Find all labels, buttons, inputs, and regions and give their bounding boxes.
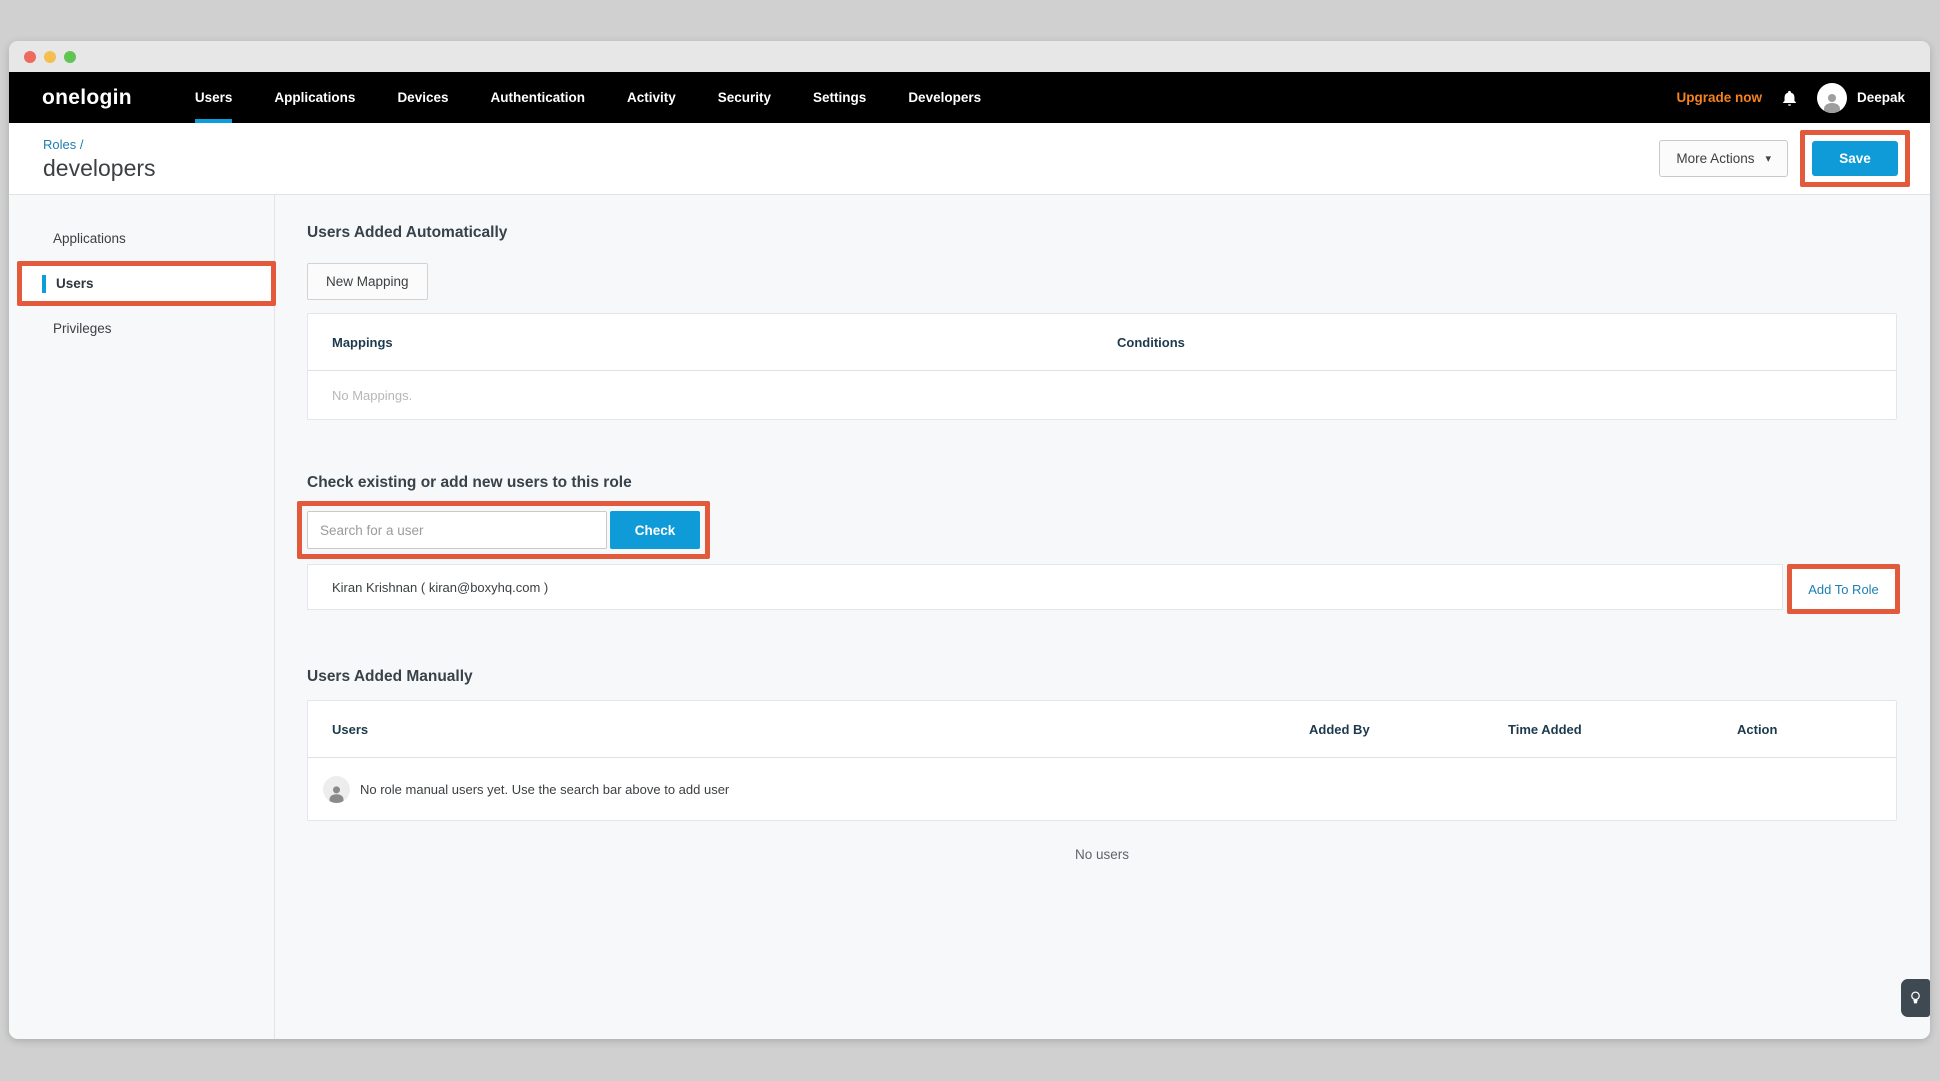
column-conditions: Conditions: [1117, 335, 1896, 350]
active-tab-tick-icon: [42, 275, 46, 293]
desktop-background: onelogin Users Applications Devices Auth…: [0, 0, 1940, 1081]
manual-users-table-header: Users Added By Time Added Action: [308, 701, 1896, 758]
page-body: Applications Users Privileges Users Adde…: [9, 195, 1930, 1039]
search-result-section: Kiran Krishnan ( kiran@boxyhq.com ) Add …: [307, 564, 1897, 614]
nav-item-authentication[interactable]: Authentication: [469, 72, 606, 123]
no-users-label: No users: [307, 847, 1897, 862]
main-content: Users Added Automatically New Mapping Ma…: [275, 195, 1930, 1039]
account-menu[interactable]: Deepak: [1817, 83, 1905, 113]
column-action: Action: [1737, 722, 1896, 737]
annotation-box-users-tab: Users: [17, 261, 276, 306]
mappings-table: Mappings Conditions No Mappings.: [307, 313, 1897, 420]
upgrade-now-link[interactable]: Upgrade now: [1676, 90, 1762, 105]
more-actions-label: More Actions: [1676, 151, 1754, 166]
users-added-manually-title: Users Added Manually: [307, 668, 1897, 686]
sidebar-item-users[interactable]: Users: [22, 266, 271, 301]
chevron-down-icon: ▾: [1765, 152, 1771, 165]
page-title: developers: [43, 156, 156, 180]
nav-item-users[interactable]: Users: [174, 72, 254, 123]
user-name-label: Deepak: [1857, 90, 1905, 105]
header-actions: More Actions ▾ Save: [1659, 130, 1910, 187]
mappings-empty-row: No Mappings.: [308, 371, 1896, 419]
annotation-box-add-to-role: Add To Role: [1787, 564, 1900, 614]
minimize-window-icon[interactable]: [44, 51, 56, 63]
placeholder-user-avatar-icon: [323, 776, 350, 803]
help-tab[interactable]: [1901, 979, 1930, 1017]
manual-users-empty-row: No role manual users yet. Use the search…: [308, 758, 1896, 820]
users-added-automatically-title: Users Added Automatically: [307, 224, 1897, 242]
search-user-input[interactable]: [307, 511, 607, 549]
check-users-title: Check existing or add new users to this …: [307, 474, 1897, 492]
mappings-table-header: Mappings Conditions: [308, 314, 1896, 371]
column-mappings: Mappings: [332, 335, 1117, 350]
more-actions-button[interactable]: More Actions ▾: [1659, 140, 1788, 177]
sidebar-item-privileges[interactable]: Privileges: [9, 310, 274, 346]
notifications-bell-icon[interactable]: [1781, 89, 1798, 107]
navbar-right-cluster: Upgrade now Deepak: [1676, 83, 1905, 113]
nav-item-security[interactable]: Security: [697, 72, 792, 123]
role-sidebar: Applications Users Privileges: [9, 195, 275, 1039]
column-time-added: Time Added: [1508, 722, 1737, 737]
annotation-box-search: Check: [297, 501, 710, 559]
save-button[interactable]: Save: [1812, 141, 1898, 176]
user-avatar-icon: [1817, 83, 1847, 113]
nav-item-settings[interactable]: Settings: [792, 72, 887, 123]
add-to-role-link[interactable]: Add To Role: [1808, 582, 1879, 597]
manual-users-empty-text: No role manual users yet. Use the search…: [360, 782, 729, 797]
breadcrumb-roles-link[interactable]: Roles /: [43, 137, 156, 152]
column-users: Users: [332, 722, 1309, 737]
primary-nav: Users Applications Devices Authenticatio…: [174, 72, 1002, 123]
breadcrumb-block: Roles / developers: [43, 137, 156, 180]
onelogin-logo[interactable]: onelogin: [42, 86, 132, 110]
search-result-row: Kiran Krishnan ( kiran@boxyhq.com ): [307, 564, 1783, 610]
nav-item-activity[interactable]: Activity: [606, 72, 697, 123]
lightbulb-icon: [1909, 990, 1922, 1007]
page-header: Roles / developers More Actions ▾ Save: [9, 123, 1930, 195]
top-navbar: onelogin Users Applications Devices Auth…: [9, 72, 1930, 123]
sidebar-item-users-label: Users: [56, 276, 94, 291]
annotation-box-save: Save: [1800, 130, 1910, 187]
manual-users-table: Users Added By Time Added Action No role: [307, 700, 1897, 821]
nav-item-devices[interactable]: Devices: [376, 72, 469, 123]
sidebar-item-applications[interactable]: Applications: [9, 220, 274, 256]
nav-item-developers[interactable]: Developers: [887, 72, 1002, 123]
browser-window: onelogin Users Applications Devices Auth…: [9, 41, 1930, 1039]
new-mapping-button[interactable]: New Mapping: [307, 263, 428, 300]
column-added-by: Added By: [1309, 722, 1508, 737]
search-result-user-label: Kiran Krishnan ( kiran@boxyhq.com ): [332, 580, 548, 595]
nav-item-applications[interactable]: Applications: [253, 72, 376, 123]
close-window-icon[interactable]: [24, 51, 36, 63]
maximize-window-icon[interactable]: [64, 51, 76, 63]
check-button[interactable]: Check: [610, 511, 700, 549]
window-titlebar: [9, 41, 1930, 72]
